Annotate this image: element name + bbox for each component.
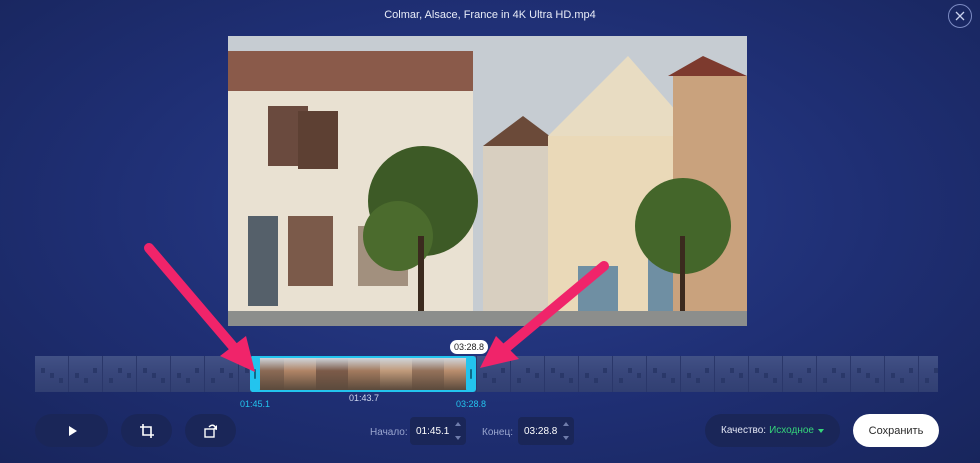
start-trim-handle[interactable] bbox=[250, 356, 260, 392]
end-label: Конец: bbox=[482, 427, 513, 438]
window-title: Colmar, Alsace, France in 4K Ultra HD.mp… bbox=[384, 9, 596, 21]
end-time-stepper[interactable] bbox=[563, 422, 570, 440]
quality-dropdown[interactable]: Качество: Исходное bbox=[705, 414, 840, 447]
start-time-input[interactable]: 01:45.1 bbox=[410, 417, 466, 445]
start-time-stepper[interactable] bbox=[455, 422, 462, 440]
chevron-down-icon[interactable] bbox=[455, 436, 461, 440]
selected-frame bbox=[380, 358, 414, 390]
end-time-input[interactable]: 03:28.8 bbox=[518, 417, 574, 445]
video-preview bbox=[228, 36, 747, 326]
chevron-down-icon[interactable] bbox=[563, 436, 569, 440]
close-button[interactable] bbox=[948, 4, 972, 28]
timeline-start-label: 01:45.1 bbox=[240, 399, 271, 409]
quality-value: Исходное bbox=[769, 425, 814, 436]
quality-label: Качество: bbox=[721, 425, 767, 436]
start-time-value: 01:45.1 bbox=[416, 425, 450, 437]
timeline-selection[interactable] bbox=[252, 356, 473, 392]
timeline-end-label: 03:28.8 bbox=[456, 399, 487, 409]
timeline-dim-left bbox=[35, 356, 252, 392]
crop-button[interactable] bbox=[121, 414, 172, 447]
start-label: Начало: bbox=[370, 427, 408, 438]
timeline-strip[interactable] bbox=[35, 356, 938, 392]
rotate-button[interactable] bbox=[185, 414, 236, 447]
caret-down-icon bbox=[817, 428, 824, 433]
rotate-icon bbox=[203, 424, 217, 438]
selected-frame bbox=[348, 358, 382, 390]
chevron-up-icon[interactable] bbox=[455, 422, 461, 426]
chevron-up-icon[interactable] bbox=[563, 422, 569, 426]
end-time-bubble: 03:28.8 bbox=[450, 340, 488, 354]
crop-icon bbox=[139, 423, 154, 438]
close-icon bbox=[955, 11, 965, 21]
timeline-current-label: 01:43.7 bbox=[349, 393, 380, 403]
play-button[interactable] bbox=[35, 414, 108, 447]
timeline-dim-right bbox=[473, 356, 938, 392]
selected-frame bbox=[284, 358, 318, 390]
selected-frame bbox=[412, 358, 446, 390]
play-icon bbox=[68, 425, 77, 436]
end-time-value: 03:28.8 bbox=[524, 425, 558, 437]
selected-frame bbox=[316, 358, 350, 390]
end-trim-handle[interactable] bbox=[466, 356, 476, 392]
save-button[interactable]: Сохранить bbox=[853, 414, 939, 447]
